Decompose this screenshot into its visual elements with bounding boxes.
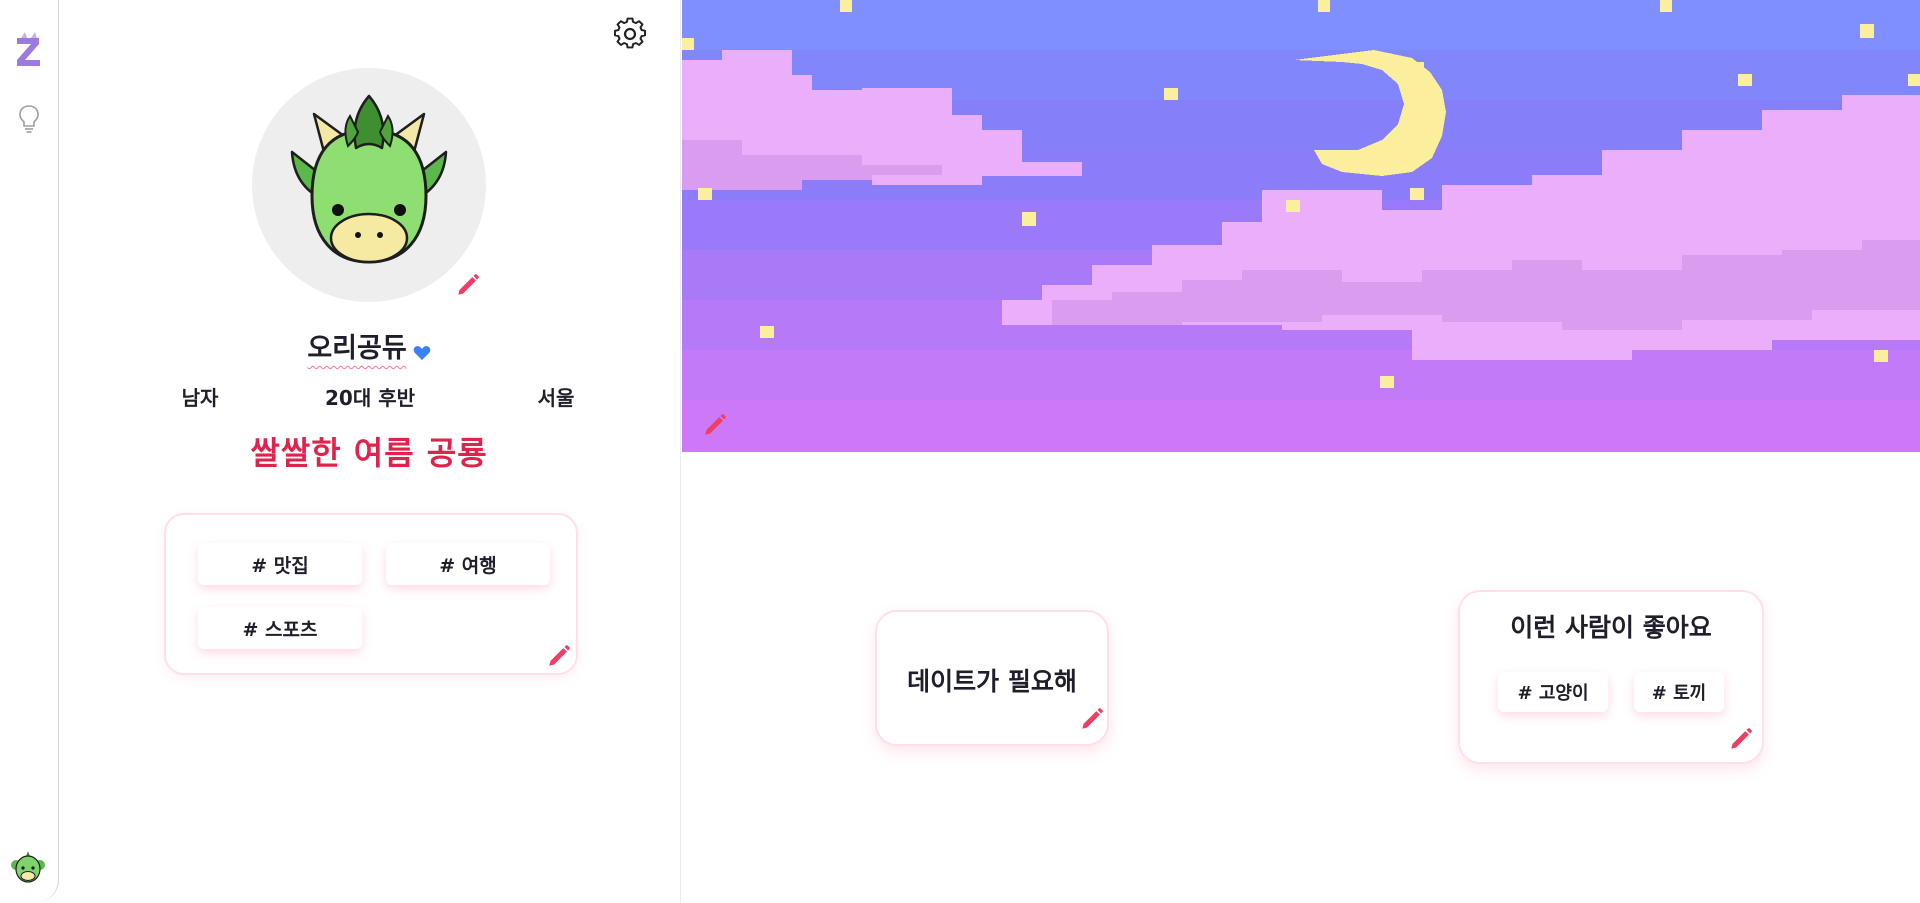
nickname-row: 오리공듀 (58, 326, 680, 365)
ideal-type-card[interactable]: 이런 사람이 좋아요 # 고양이 # 토끼 (1458, 590, 1764, 764)
purpose-title: 데이트가 필요해 (907, 667, 1077, 696)
interests-box: # 맛집 # 여행 # 스포츠 (164, 513, 578, 675)
interest-tag[interactable]: # 스포츠 (198, 607, 362, 649)
age-text: 20대 후반 (325, 386, 415, 410)
edit-banner-pencil-icon[interactable] (702, 412, 728, 438)
ideal-tag[interactable]: # 토끼 (1634, 672, 1724, 712)
gender-text: 남자 (181, 386, 219, 410)
cover-banner (682, 0, 1920, 452)
heart-icon (413, 346, 430, 360)
purpose-card[interactable]: 데이트가 필요해 (875, 610, 1109, 746)
dragon-character-icon (290, 94, 448, 264)
profile-avatar (252, 68, 486, 302)
lightbulb-icon[interactable] (17, 104, 41, 134)
location-text: 서울 (537, 386, 575, 410)
settings-gear-icon[interactable] (613, 17, 647, 51)
edit-ideal-type-pencil-icon[interactable] (1728, 726, 1754, 752)
edit-purpose-pencil-icon[interactable] (1079, 706, 1105, 732)
dragon-avatar-icon[interactable] (10, 847, 46, 885)
ideal-type-title: 이런 사람이 좋아요 (1510, 613, 1712, 642)
profile-panel: 오리공듀 남자 20대 후반 서울 쌀쌀한 여름 공룡 # 맛집 # 여행 # … (58, 0, 681, 903)
left-rail (0, 0, 59, 902)
edit-interests-pencil-icon[interactable] (546, 643, 572, 669)
interest-tag[interactable]: # 맛집 (198, 543, 362, 585)
ideal-tag[interactable]: # 고양이 (1498, 672, 1608, 712)
nickname: 오리공듀 (307, 333, 407, 364)
pixel-night-sky-image (682, 0, 1920, 452)
edit-avatar-pencil-icon[interactable] (455, 272, 481, 298)
dragon-logo-icon[interactable] (12, 30, 46, 70)
interest-tag[interactable]: # 여행 (386, 543, 550, 585)
status-message: 쌀쌀한 여름 공룡 (250, 434, 488, 472)
